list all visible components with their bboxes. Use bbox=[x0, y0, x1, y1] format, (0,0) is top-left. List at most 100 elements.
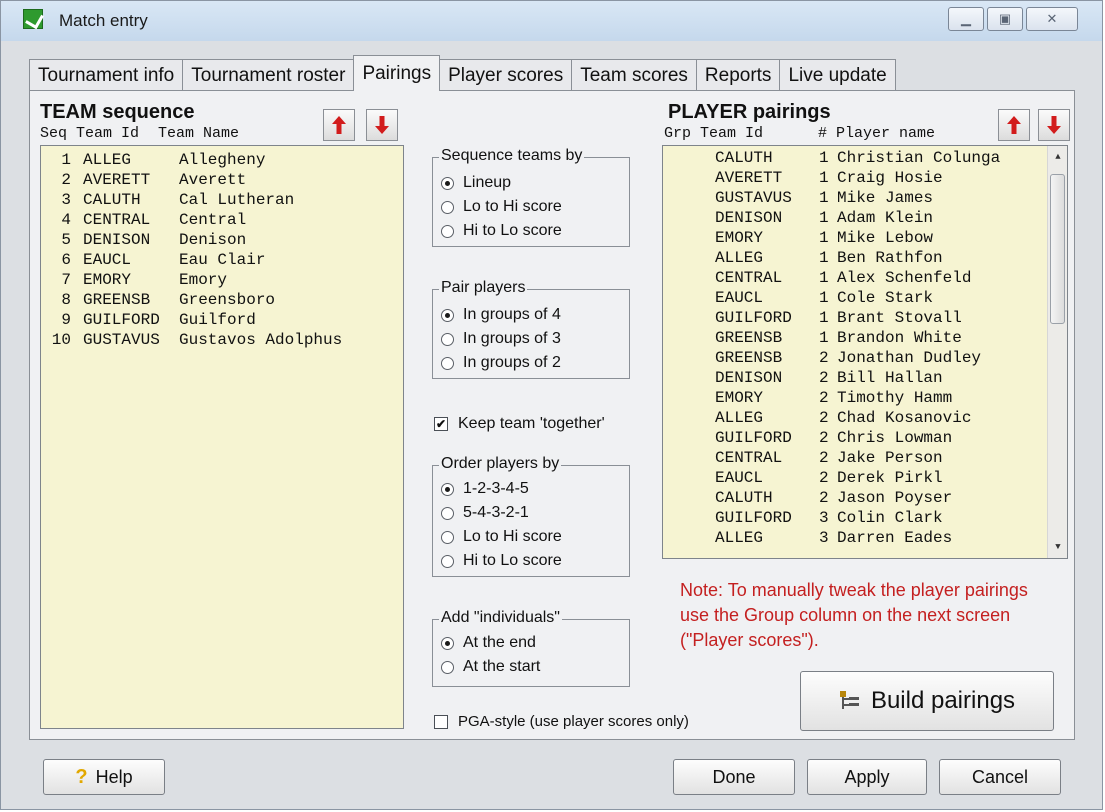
team-sequence-list[interactable]: 1 ALLEG Allegheny 2 AVERETT Averett 3 CALUTH Cal… bbox=[40, 145, 404, 729]
team-move-down-button[interactable] bbox=[366, 109, 398, 141]
close-button[interactable]: ✕ bbox=[1026, 7, 1078, 31]
scroll-down-icon[interactable]: ▼ bbox=[1048, 542, 1067, 552]
tab-tournament-info[interactable]: Tournament info bbox=[29, 59, 184, 91]
team-row[interactable]: 3 CALUTH Cal Lutheran bbox=[41, 190, 403, 210]
team-row[interactable]: 7 EMORY Emory bbox=[41, 270, 403, 290]
maximize-button[interactable]: ▣ bbox=[987, 7, 1023, 31]
radio-button[interactable] bbox=[441, 530, 454, 544]
player-pairings-list[interactable]: CALUTH 1 Christian Colunga AVERETT 1 Craig Ho… bbox=[662, 145, 1068, 559]
checkbox[interactable] bbox=[434, 714, 448, 729]
team-name-cell: Eau Clair bbox=[179, 251, 266, 269]
option-label: Lo to Hi score bbox=[463, 198, 562, 215]
pairing-team-id-cell: GUILFORD bbox=[715, 509, 792, 527]
pairing-player-cell: Alex Schenfeld bbox=[837, 269, 972, 287]
individuals-start-option[interactable]: At the start bbox=[441, 656, 540, 678]
title-bar[interactable]: Match entry ▁ ▣ ✕ bbox=[1, 1, 1102, 41]
checkbox[interactable]: ✔ bbox=[434, 417, 448, 431]
pairing-row[interactable]: EMORY 1 Mike Lebow bbox=[663, 228, 1067, 248]
seq-hi-lo-option[interactable]: Hi to Lo score bbox=[441, 220, 562, 242]
radio-button[interactable] bbox=[441, 660, 454, 674]
checkbox-label: Keep team 'together' bbox=[458, 415, 605, 432]
team-row[interactable]: 5 DENISON Denison bbox=[41, 230, 403, 250]
minimize-button[interactable]: ▁ bbox=[948, 7, 984, 31]
radio-button[interactable] bbox=[441, 308, 454, 322]
tab-live-update[interactable]: Live update bbox=[779, 59, 896, 91]
pairing-row[interactable]: GUILFORD 1 Brant Stovall bbox=[663, 308, 1067, 328]
tab-reports[interactable]: Reports bbox=[695, 59, 781, 91]
radio-button[interactable] bbox=[441, 482, 454, 496]
radio-button[interactable] bbox=[441, 356, 454, 370]
apply-button[interactable]: Apply bbox=[807, 759, 927, 795]
seq-lineup-option[interactable]: Lineup bbox=[441, 172, 511, 194]
pairing-row[interactable]: EMORY 2 Timothy Hamm bbox=[663, 388, 1067, 408]
radio-button[interactable] bbox=[441, 224, 454, 238]
team-id-cell: EMORY bbox=[83, 271, 132, 289]
pairing-row[interactable]: ALLEG 2 Chad Kosanovic bbox=[663, 408, 1067, 428]
pairing-row[interactable]: GUILFORD 3 Colin Clark bbox=[663, 508, 1067, 528]
tab-tournament-roster[interactable]: Tournament roster bbox=[182, 59, 355, 91]
team-row[interactable]: 2 AVERETT Averett bbox=[41, 170, 403, 190]
pairing-player-cell: Jake Person bbox=[837, 449, 943, 467]
pairing-row[interactable]: GREENSB 2 Jonathan Dudley bbox=[663, 348, 1067, 368]
keep-together-checkbox[interactable]: ✔ Keep team 'together' bbox=[434, 415, 605, 433]
radio-button[interactable] bbox=[441, 506, 454, 520]
pairing-row[interactable]: EAUCL 1 Cole Stark bbox=[663, 288, 1067, 308]
seq-lo-hi-option[interactable]: Lo to Hi score bbox=[441, 196, 562, 218]
player-list-scrollbar[interactable]: ▲ ▼ bbox=[1047, 146, 1067, 558]
pairing-row[interactable]: EAUCL 2 Derek Pirkl bbox=[663, 468, 1067, 488]
pairing-row[interactable]: DENISON 2 Bill Hallan bbox=[663, 368, 1067, 388]
build-pairings-button[interactable]: Build pairings bbox=[800, 671, 1054, 731]
pairing-num-cell: 2 bbox=[819, 429, 829, 447]
team-row[interactable]: 8 GREENSB Greensboro bbox=[41, 290, 403, 310]
radio-button[interactable] bbox=[441, 636, 454, 650]
cancel-button[interactable]: Cancel bbox=[939, 759, 1061, 795]
scroll-thumb[interactable] bbox=[1050, 174, 1065, 324]
radio-button[interactable] bbox=[441, 554, 454, 568]
sequence-teams-group: Sequence teams by Lineup Lo to Hi score … bbox=[432, 147, 630, 247]
team-row[interactable]: 6 EAUCL Eau Clair bbox=[41, 250, 403, 270]
team-row[interactable]: 10 GUSTAVUS Gustavos Adolphus bbox=[41, 330, 403, 350]
pairing-row[interactable]: CALUTH 2 Jason Poyser bbox=[663, 488, 1067, 508]
team-row[interactable]: 9 GUILFORD Guilford bbox=[41, 310, 403, 330]
pga-style-checkbox[interactable]: PGA-style (use player scores only) bbox=[434, 713, 689, 730]
order-12345-option[interactable]: 1-2-3-4-5 bbox=[441, 478, 529, 500]
radio-button[interactable] bbox=[441, 200, 454, 214]
scroll-up-icon[interactable]: ▲ bbox=[1048, 152, 1067, 162]
pairings-panel: TEAM sequence Seq Team Id Team Name 1 ALL… bbox=[29, 90, 1075, 740]
pairing-row[interactable]: AVERETT 1 Craig Hosie bbox=[663, 168, 1067, 188]
individuals-end-option[interactable]: At the end bbox=[441, 632, 536, 654]
tab-pairings[interactable]: Pairings bbox=[353, 55, 441, 91]
order-hi-lo-option[interactable]: Hi to Lo score bbox=[441, 550, 562, 572]
pair-groups-2-option[interactable]: In groups of 2 bbox=[441, 352, 561, 374]
done-button[interactable]: Done bbox=[673, 759, 795, 795]
pairing-row[interactable]: CENTRAL 2 Jake Person bbox=[663, 448, 1067, 468]
pair-groups-3-option[interactable]: In groups of 3 bbox=[441, 328, 561, 350]
pairing-player-cell: Chris Lowman bbox=[837, 429, 953, 447]
pairing-row[interactable]: CENTRAL 1 Alex Schenfeld bbox=[663, 268, 1067, 288]
tab-player-scores[interactable]: Player scores bbox=[439, 59, 573, 91]
order-54321-option[interactable]: 5-4-3-2-1 bbox=[441, 502, 529, 524]
pairing-row[interactable]: DENISON 1 Adam Klein bbox=[663, 208, 1067, 228]
team-row[interactable]: 1 ALLEG Allegheny bbox=[41, 150, 403, 170]
help-button[interactable]: ? Help bbox=[43, 759, 165, 795]
pairing-row[interactable]: GUSTAVUS 1 Mike James bbox=[663, 188, 1067, 208]
pairing-num-cell: 2 bbox=[819, 369, 829, 387]
pairing-team-id-cell: ALLEG bbox=[715, 409, 764, 427]
pair-groups-4-option[interactable]: In groups of 4 bbox=[441, 304, 561, 326]
radio-button[interactable] bbox=[441, 176, 454, 190]
pairing-row[interactable]: GREENSB 1 Brandon White bbox=[663, 328, 1067, 348]
pairing-row[interactable]: ALLEG 1 Ben Rathfon bbox=[663, 248, 1067, 268]
pairing-num-cell: 2 bbox=[819, 409, 829, 427]
pairing-row[interactable]: ALLEG 3 Darren Eades bbox=[663, 528, 1067, 548]
player-move-up-button[interactable] bbox=[998, 109, 1030, 141]
team-move-up-button[interactable] bbox=[323, 109, 355, 141]
order-lo-hi-option[interactable]: Lo to Hi score bbox=[441, 526, 562, 548]
tab-team-scores[interactable]: Team scores bbox=[571, 59, 697, 91]
pairing-row[interactable]: GUILFORD 2 Chris Lowman bbox=[663, 428, 1067, 448]
team-row[interactable]: 4 CENTRAL Central bbox=[41, 210, 403, 230]
radio-button[interactable] bbox=[441, 332, 454, 346]
pairing-player-cell: Colin Clark bbox=[837, 509, 943, 527]
player-move-down-button[interactable] bbox=[1038, 109, 1070, 141]
pairing-row[interactable]: CALUTH 1 Christian Colunga bbox=[663, 148, 1067, 168]
pairing-num-cell: 1 bbox=[819, 189, 829, 207]
